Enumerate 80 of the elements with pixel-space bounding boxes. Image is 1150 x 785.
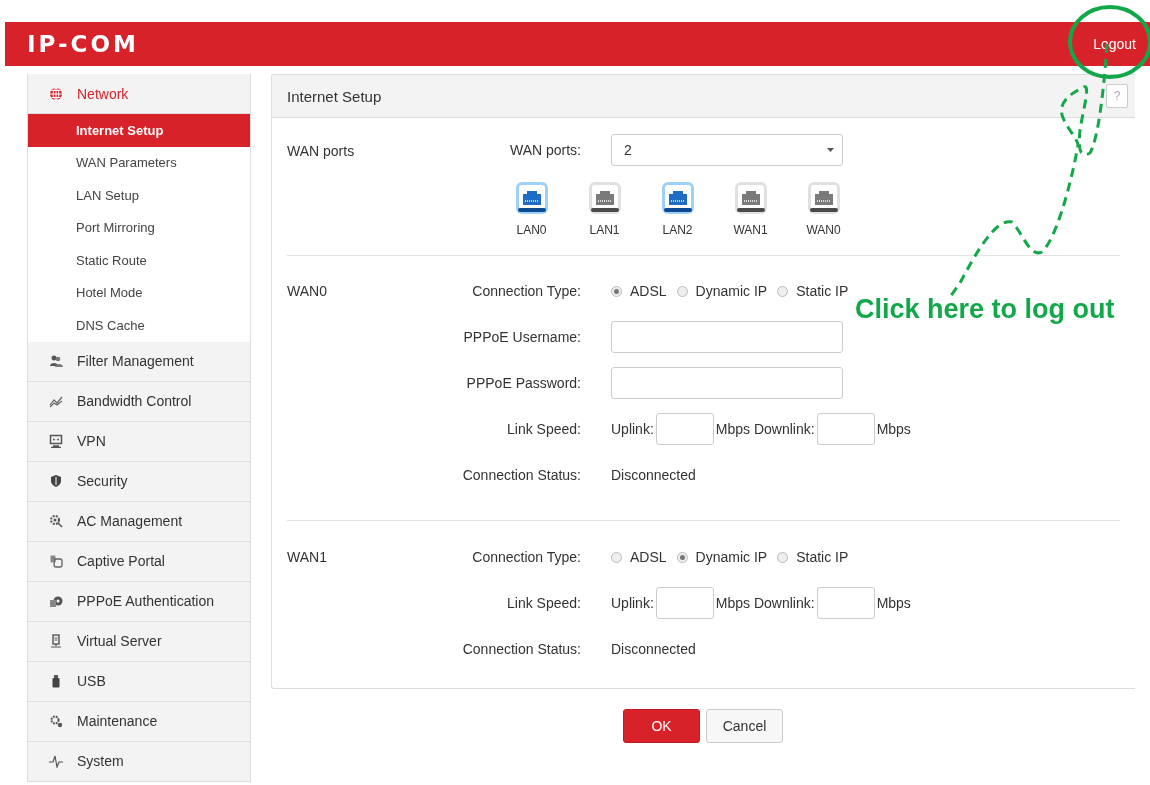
speed-label: Mbps Downlink:	[715, 421, 815, 437]
ok-button[interactable]: OK	[623, 709, 700, 743]
gear-wrench-icon	[49, 514, 63, 528]
sidebar-group-item[interactable]: Bandwidth Control	[27, 381, 251, 422]
trend-line-icon	[49, 394, 63, 408]
port-label: LAN2	[662, 223, 693, 237]
sidebar-item[interactable]: Static Route	[27, 244, 251, 277]
section-title: WAN ports	[287, 142, 356, 161]
radio-button[interactable]	[777, 285, 789, 297]
radio-label: ADSL	[630, 549, 667, 565]
sidebar-group-item[interactable]: System	[27, 741, 251, 782]
field-label: Link Speed:	[506, 595, 581, 611]
hand-cursor-icon	[49, 554, 63, 568]
sidebar-group-item[interactable]: Maintenance	[27, 701, 251, 742]
sidebar-item[interactable]: Port Mirroring	[27, 211, 251, 244]
field-label: Link Speed:	[506, 421, 581, 437]
sidebar-item[interactable]: WAN Parameters	[27, 146, 251, 179]
radio-button[interactable]	[611, 285, 622, 297]
radio-label: Dynamic IP	[695, 549, 768, 565]
speed-field[interactable]	[816, 413, 875, 445]
radio-button[interactable]	[777, 551, 789, 563]
text-field[interactable]	[611, 367, 843, 399]
speed-label: Uplink:	[611, 595, 654, 611]
radio-label: ADSL	[630, 283, 667, 299]
port-label: LAN0	[516, 223, 547, 237]
text-field[interactable]	[611, 321, 843, 353]
sidebar-group-item[interactable]: USB	[27, 661, 251, 702]
sidebar-group-item[interactable]: Network	[27, 74, 251, 114]
radio-button[interactable]	[676, 285, 688, 297]
sidebar-group-item[interactable]: Captive Portal	[27, 541, 251, 582]
field-label: WAN ports:	[508, 142, 581, 158]
globe-icon	[49, 86, 63, 101]
pulse-icon	[49, 754, 63, 768]
section-title: WAN0	[287, 282, 328, 301]
radio-label: Static IP	[796, 283, 849, 299]
speed-label: Mbps Downlink:	[715, 595, 815, 611]
field-label: PPPoE Password:	[465, 375, 581, 391]
logo: IP-COM	[27, 31, 139, 57]
shield-icon	[49, 474, 63, 488]
sidebar-item[interactable]: Internet Setup	[27, 114, 251, 147]
sidebar-group-item[interactable]: Filter Management	[27, 341, 251, 382]
field-label: PPPoE Username:	[462, 329, 581, 345]
unit-label: Mbps	[876, 595, 911, 611]
status-value: Disconnected	[611, 641, 696, 657]
section-title: WAN1	[287, 548, 328, 567]
port-label: WAN1	[733, 223, 768, 237]
gears-icon	[49, 714, 63, 728]
sidebar-group-item[interactable]: VPN	[27, 421, 251, 462]
radio-label: Dynamic IP	[695, 283, 768, 299]
status-value: Disconnected	[611, 467, 696, 483]
port-label: WAN0	[806, 223, 841, 237]
sidebar-item[interactable]: Hotel Mode	[27, 276, 251, 309]
radio-button[interactable]	[676, 551, 688, 563]
speed-field[interactable]	[816, 587, 875, 619]
sidebar-item[interactable]: LAN Setup	[27, 179, 251, 212]
radio-button[interactable]	[611, 551, 622, 563]
monitor-icon	[49, 434, 63, 448]
speed-field[interactable]	[655, 587, 714, 619]
panel-title: Internet Setup	[287, 87, 382, 105]
caret-icon	[827, 148, 834, 152]
sidebar-group-item[interactable]: AC Management	[27, 501, 251, 542]
field-label: Connection Type:	[471, 283, 581, 299]
speed-label: Uplink:	[611, 421, 654, 437]
server-icon	[49, 634, 63, 648]
logout-link[interactable]: Logout	[1093, 36, 1136, 52]
port-label: LAN1	[589, 223, 620, 237]
field-label: Connection Type:	[471, 549, 581, 565]
sidebar-group-item[interactable]: Virtual Server	[27, 621, 251, 662]
speed-field[interactable]	[655, 413, 714, 445]
users-icon	[49, 354, 63, 368]
sidebar-item[interactable]: DNS Cache	[27, 309, 251, 342]
sidebar-group-item[interactable]: PPPoE Authentication	[27, 581, 251, 622]
field-label: Connection Status:	[461, 641, 581, 657]
field-label: Connection Status:	[461, 467, 581, 483]
sidebar-group-item[interactable]: Security	[27, 461, 251, 502]
port-count-select[interactable]: 2	[611, 134, 843, 166]
unit-label: Mbps	[876, 421, 911, 437]
cancel-button[interactable]: Cancel	[706, 709, 783, 743]
annotation-text: Click here to log out	[855, 294, 1115, 325]
radio-label: Static IP	[796, 549, 849, 565]
